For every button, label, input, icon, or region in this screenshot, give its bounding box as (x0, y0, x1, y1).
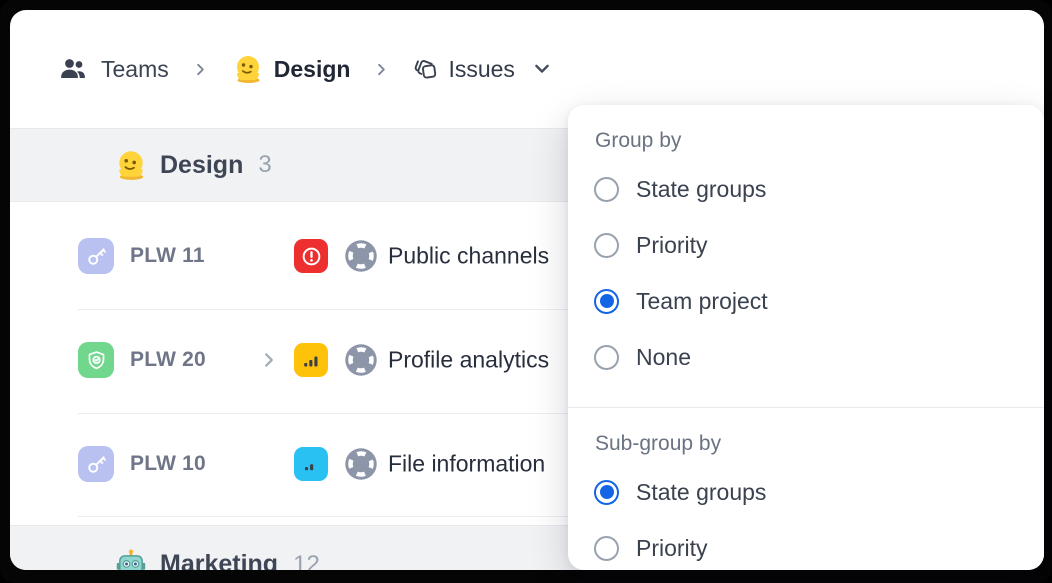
option-none[interactable]: None (568, 329, 1044, 385)
display-options-dropdown: Group by State groups Priority Team proj… (568, 105, 1044, 570)
key-icon (78, 238, 114, 274)
section-divider (568, 407, 1044, 408)
sub-group-by-label: Sub-group by (595, 432, 1044, 456)
issue-title: File information (388, 451, 545, 478)
radio-unselected-icon[interactable] (594, 345, 619, 370)
issue-title: Profile analytics (388, 347, 549, 374)
issue-id: PLW 20 (130, 348, 206, 372)
breadcrumb-teams[interactable]: Teams (101, 56, 169, 83)
key-icon (78, 446, 114, 482)
sub-option-state-groups[interactable]: State groups (568, 464, 1044, 520)
radio-selected-icon[interactable] (594, 289, 619, 314)
chevron-down-icon[interactable] (532, 59, 552, 79)
option-team-project[interactable]: Team project (568, 273, 1044, 329)
teams-people-icon (58, 54, 88, 84)
issue-id: PLW 11 (130, 244, 205, 268)
group-by-label: Group by (595, 129, 1044, 153)
breadcrumb-project[interactable]: Design (274, 56, 351, 83)
robot-emoji-icon (114, 548, 148, 571)
group-name: Marketing (160, 550, 278, 570)
issue-title: Public channels (388, 243, 549, 270)
priority-high-icon[interactable] (294, 343, 328, 377)
issues-layers-icon (413, 56, 440, 83)
option-priority[interactable]: Priority (568, 217, 1044, 273)
radio-selected-icon[interactable] (594, 480, 619, 505)
sub-option-priority[interactable]: Priority (568, 520, 1044, 570)
breadcrumb: Teams Design (58, 46, 552, 92)
shield-check-icon (78, 342, 114, 378)
radio-unselected-icon[interactable] (594, 233, 619, 258)
app-window: Teams Design (0, 0, 1052, 583)
chevron-right-icon (193, 62, 208, 77)
radio-unselected-icon[interactable] (594, 177, 619, 202)
status-icon[interactable] (343, 446, 379, 482)
priority-urgent-icon[interactable] (294, 239, 328, 273)
group-name: Design (160, 151, 243, 180)
melting-face-emoji-icon (114, 148, 148, 182)
chevron-right-icon (374, 62, 389, 77)
status-icon[interactable] (343, 238, 379, 274)
group-count: 12 (293, 551, 320, 571)
expand-chevron-icon[interactable] (260, 351, 278, 369)
status-icon[interactable] (343, 342, 379, 378)
radio-unselected-icon[interactable] (594, 536, 619, 561)
melting-face-emoji-icon (232, 53, 264, 85)
issue-id: PLW 10 (130, 452, 206, 476)
option-state-groups[interactable]: State groups (568, 161, 1044, 217)
priority-low-icon[interactable] (294, 447, 328, 481)
group-count: 3 (258, 151, 271, 179)
breadcrumb-view[interactable]: Issues (448, 56, 514, 83)
